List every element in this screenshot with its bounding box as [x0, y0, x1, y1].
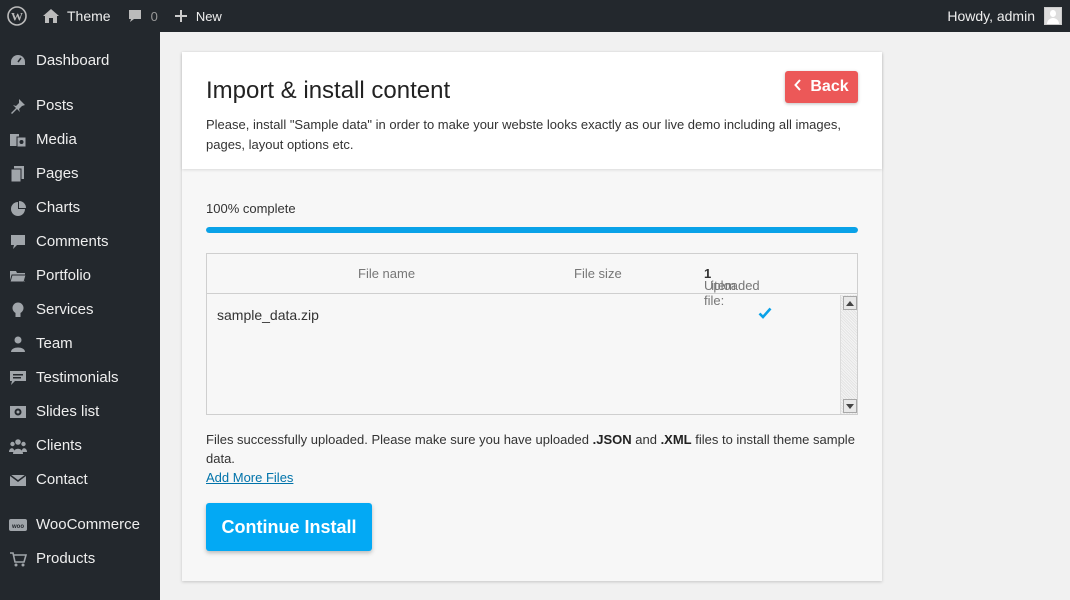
- sidebar-item-pages[interactable]: Pages: [0, 157, 160, 191]
- file-table: File name File size Uploaded file: 1 ite…: [206, 253, 858, 415]
- note-json: .JSON: [592, 432, 632, 447]
- column-file-size: File size: [574, 266, 622, 281]
- sidebar-item-label: Posts: [36, 97, 74, 114]
- plus-icon: [174, 9, 188, 23]
- sidebar-item-slides-list[interactable]: Slides list: [0, 395, 160, 429]
- sidebar-item-comments[interactable]: Comments: [0, 225, 160, 259]
- sidebar-item-clients[interactable]: Clients: [0, 429, 160, 463]
- folder-icon: [9, 267, 27, 285]
- page-title: Import & install content: [206, 77, 451, 104]
- sidebar-item-label: Team: [36, 335, 73, 352]
- progress-fill: [206, 227, 858, 233]
- mail-icon: [9, 471, 27, 489]
- testimonial-icon: [9, 369, 27, 387]
- greeting-text: Howdy, admin: [947, 8, 1035, 24]
- svg-text:woo: woo: [11, 524, 24, 530]
- account-menu[interactable]: Howdy, admin: [947, 7, 1070, 25]
- comment-icon: [9, 233, 27, 251]
- import-panel: Import & install content Back Please, in…: [182, 52, 882, 581]
- file-table-header: File name File size Uploaded file: 1 ite…: [207, 254, 857, 308]
- sidebar-item-label: Slides list: [36, 403, 100, 420]
- upload-status-note: Files successfully uploaded. Please make…: [206, 430, 866, 468]
- note-and: and: [631, 432, 661, 447]
- chevron-left-icon: [794, 78, 810, 96]
- note-text-1: Files successfully uploaded. Please make…: [206, 432, 593, 447]
- sidebar-item-label: Testimonials: [36, 369, 119, 386]
- sidebar-item-dashboard[interactable]: Dashboard: [0, 44, 160, 78]
- back-label: Back: [810, 78, 849, 95]
- add-more-files-link[interactable]: Add More Files: [206, 470, 293, 485]
- check-icon: [758, 306, 772, 324]
- sidebar-item-label: Dashboard: [36, 52, 110, 69]
- cart-icon: [9, 550, 27, 568]
- avatar: [1044, 7, 1062, 25]
- file-list-scrollbar[interactable]: [840, 295, 857, 414]
- file-row-name: sample_data.zip: [217, 307, 319, 323]
- back-button[interactable]: Back: [785, 71, 858, 103]
- panel-header: Import & install content Back Please, in…: [182, 52, 882, 169]
- continue-install-button[interactable]: Continue Install: [206, 503, 372, 551]
- sidebar-item-label: Products: [36, 550, 96, 567]
- sidebar-item-portfolio[interactable]: Portfolio: [0, 259, 160, 293]
- note-xml: .XML: [660, 432, 692, 447]
- sidebar-item-label: Clients: [36, 437, 82, 454]
- sidebar-item-testimonials[interactable]: Testimonials: [0, 361, 160, 395]
- sidebar-item-label: WooCommerce: [36, 516, 140, 533]
- sidebar-item-charts[interactable]: Charts: [0, 191, 160, 225]
- woo-icon: woo: [9, 516, 27, 534]
- site-name-label: Theme: [67, 8, 111, 24]
- sidebar-item-label: Charts: [36, 199, 81, 216]
- scroll-up-button[interactable]: [843, 296, 857, 310]
- comments-link[interactable]: 0: [119, 0, 166, 32]
- uploaded-suffix: item: [711, 278, 736, 293]
- sidebar-item-posts[interactable]: Posts: [0, 89, 160, 123]
- media-icon: [9, 131, 27, 149]
- dashboard-icon: [9, 52, 27, 70]
- comment-bubble-icon: [127, 8, 143, 24]
- sidebar-item-label: Services: [36, 301, 94, 318]
- pie-chart-icon: [9, 199, 27, 217]
- slides-icon: [9, 403, 27, 421]
- pin-icon: [9, 97, 27, 115]
- column-file-name: File name: [358, 266, 416, 281]
- progress-bar: [206, 227, 858, 233]
- sidebar-item-contact[interactable]: Contact: [0, 463, 160, 497]
- sidebar-item-services[interactable]: Services: [0, 293, 160, 327]
- comments-count: 0: [150, 8, 158, 24]
- page-description: Please, install "Sample data" in order t…: [206, 117, 841, 152]
- pages-icon: [9, 165, 27, 183]
- wordpress-logo-icon[interactable]: W: [0, 0, 34, 32]
- sidebar-item-team[interactable]: Team: [0, 327, 160, 361]
- home-icon: [42, 8, 60, 24]
- person-icon: [9, 335, 27, 353]
- groups-icon: [9, 437, 27, 455]
- sidebar-item-label: Contact: [36, 471, 88, 488]
- new-content-link[interactable]: New: [166, 0, 230, 32]
- admin-sidebar: Dashboard Posts Media Pages Charts Comme…: [0, 32, 160, 600]
- scroll-down-button[interactable]: [843, 399, 857, 413]
- sidebar-item-label: Pages: [36, 165, 79, 182]
- sidebar-item-label: Media: [36, 131, 77, 148]
- sidebar-item-media[interactable]: Media: [0, 123, 160, 157]
- site-name-link[interactable]: Theme: [34, 0, 119, 32]
- sidebar-item-label: Comments: [36, 233, 109, 250]
- sidebar-item-products[interactable]: Products: [0, 542, 160, 576]
- new-label: New: [195, 8, 222, 24]
- sidebar-item-label: Portfolio: [36, 267, 92, 284]
- progress-label: 100% complete: [206, 201, 296, 216]
- sidebar-item-woocommerce[interactable]: woo WooCommerce: [0, 508, 160, 542]
- admin-bar: W Theme 0 New Howdy, admin: [0, 0, 1070, 32]
- svg-text:W: W: [11, 10, 23, 24]
- lightbulb-icon: [9, 301, 27, 319]
- column-uploaded-files: Uploaded file: 1 item: [704, 266, 760, 308]
